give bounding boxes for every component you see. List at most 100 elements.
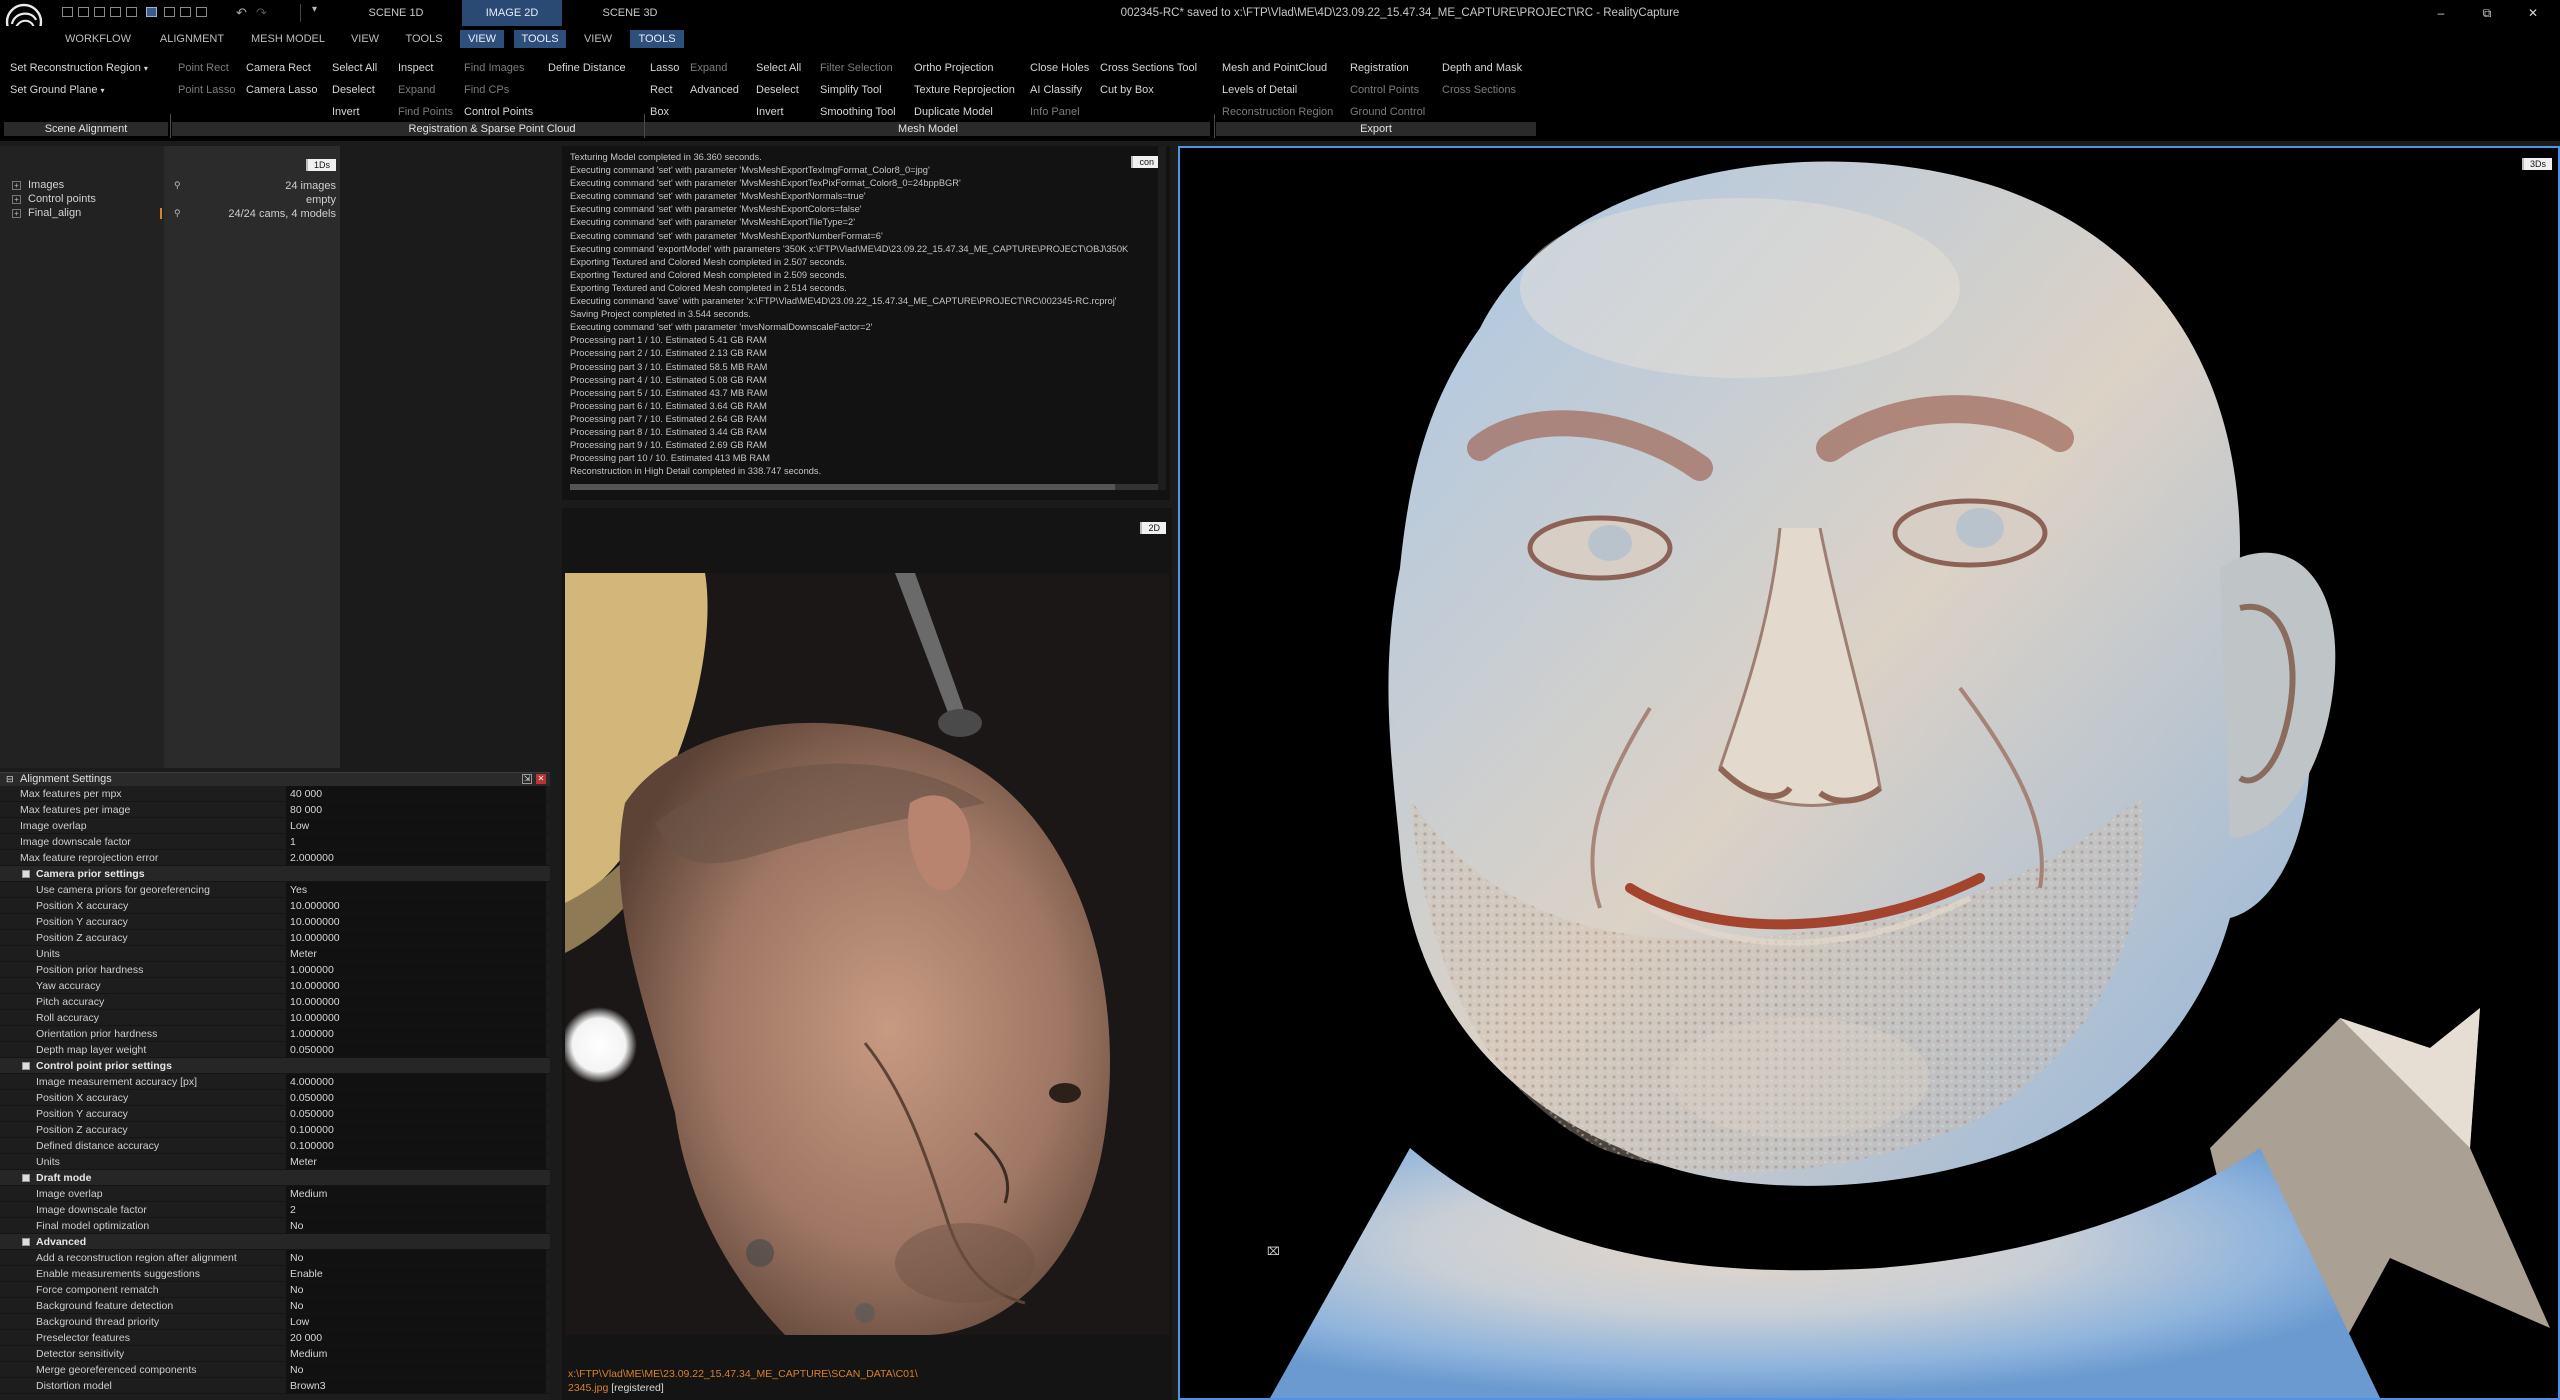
export-control-points-button[interactable]: Control Points xyxy=(1350,84,1419,96)
setting-value[interactable]: No xyxy=(286,1298,546,1313)
settings-row[interactable]: Position Z accuracy 10.000000 xyxy=(0,930,550,946)
settings-row[interactable]: Orientation prior hardness 1.000000 xyxy=(0,1026,550,1042)
settings-row[interactable]: Position Y accuracy 0.050000 xyxy=(0,1106,550,1122)
tab-view-3d[interactable]: VIEW xyxy=(576,30,620,48)
setting-value[interactable]: 4.000000 xyxy=(286,1074,546,1089)
ortho-projection-button[interactable]: Ortho Projection xyxy=(914,62,993,74)
restore-icon[interactable]: ⧉ xyxy=(2464,0,2510,26)
find-cps-button[interactable]: Find CPs xyxy=(464,84,509,96)
settings-row[interactable]: Max features per mpx 40 000 xyxy=(0,786,550,802)
settings-row[interactable]: Units Meter xyxy=(0,946,550,962)
layout-5-icon[interactable] xyxy=(126,7,137,17)
mesh-select-all-button[interactable]: Select All xyxy=(756,62,801,74)
quick-menu-icon[interactable]: ▾ xyxy=(312,4,317,15)
control-points-button[interactable]: Control Points xyxy=(464,106,533,118)
close-icon[interactable]: ✕ xyxy=(2510,0,2556,26)
settings-section[interactable]: Camera prior settings xyxy=(0,866,550,882)
smoothing-tool-button[interactable]: Smoothing Tool xyxy=(820,106,896,118)
export-mesh-pointcloud-button[interactable]: Mesh and PointCloud xyxy=(1222,62,1327,74)
tab-scene-1d[interactable]: SCENE 1D xyxy=(346,0,446,26)
settings-row[interactable]: Image overlap Low xyxy=(0,818,550,834)
tab-image-2d[interactable]: IMAGE 2D xyxy=(462,0,562,26)
layout-4-icon[interactable] xyxy=(110,7,121,17)
settings-row[interactable]: Units Meter xyxy=(0,1154,550,1170)
settings-row[interactable]: Final model optimization No xyxy=(0,1218,550,1234)
settings-row[interactable]: Depth map layer weight 0.050000 xyxy=(0,1042,550,1058)
mesh-invert-button[interactable]: Invert xyxy=(756,106,784,118)
tab-view[interactable]: VIEW xyxy=(344,30,386,48)
tree-item-control-points[interactable]: Control points xyxy=(28,193,96,205)
collapse-section-icon[interactable] xyxy=(22,870,30,878)
expand-button[interactable]: Expand xyxy=(398,84,435,96)
point-lasso-button[interactable]: Point Lasso xyxy=(178,84,235,96)
settings-section[interactable]: Draft mode xyxy=(0,1170,550,1186)
layout-2-icon[interactable] xyxy=(78,7,89,17)
set-ground-plane-button[interactable]: Set Ground Plane ▾ xyxy=(10,84,105,96)
photo-view[interactable] xyxy=(565,573,1169,1335)
settings-row[interactable]: Preselector features 20 000 xyxy=(0,1330,550,1346)
setting-value[interactable]: Medium xyxy=(286,1346,546,1361)
setting-value[interactable]: Yes xyxy=(286,882,546,897)
scrollbar-thumb[interactable] xyxy=(570,484,1115,490)
pane-badge-2d[interactable]: 2D xyxy=(1140,522,1166,534)
cross-sections-tool-button[interactable]: Cross Sections Tool xyxy=(1100,62,1197,74)
levels-of-detail-button[interactable]: Levels of Detail xyxy=(1222,84,1297,96)
invert-button[interactable]: Invert xyxy=(332,106,360,118)
layout-3-icon[interactable] xyxy=(94,7,105,17)
tab-view-2d[interactable]: VIEW xyxy=(460,30,504,48)
settings-row[interactable]: Use camera priors for georeferencing Yes xyxy=(0,882,550,898)
collapse-section-icon[interactable] xyxy=(22,1174,30,1182)
setting-value[interactable]: Meter xyxy=(286,946,546,961)
setting-value[interactable]: 1.000000 xyxy=(286,1026,546,1041)
rect-button[interactable]: Rect xyxy=(650,84,673,96)
camera-rect-button[interactable]: Camera Rect xyxy=(246,62,311,74)
texture-reprojection-button[interactable]: Texture Reprojection xyxy=(914,84,1015,96)
simplify-tool-button[interactable]: Simplify Tool xyxy=(820,84,882,96)
setting-value[interactable]: Medium xyxy=(286,1186,546,1201)
find-images-button[interactable]: Find Images xyxy=(464,62,525,74)
settings-row[interactable]: Distortion model Brown3 xyxy=(0,1378,550,1394)
setting-value[interactable]: 10.000000 xyxy=(286,978,546,993)
mesh-expand-button[interactable]: Expand xyxy=(690,62,727,74)
settings-section[interactable]: Advanced xyxy=(0,1234,550,1250)
setting-value[interactable]: Enable xyxy=(286,1266,546,1281)
settings-section[interactable]: Control point prior settings xyxy=(0,1058,550,1074)
expand-icon[interactable]: + xyxy=(12,181,21,190)
setting-value[interactable]: 0.050000 xyxy=(286,1106,546,1121)
settings-row[interactable]: Image measurement accuracy [px] 4.000000 xyxy=(0,1074,550,1090)
pin-icon[interactable]: ⚲ xyxy=(174,208,181,219)
setting-value[interactable]: 10.000000 xyxy=(286,914,546,929)
inspect-button[interactable]: Inspect xyxy=(398,62,433,74)
setting-value[interactable]: 20 000 xyxy=(286,1330,546,1345)
settings-row[interactable]: Position Y accuracy 10.000000 xyxy=(0,914,550,930)
setting-value[interactable]: 1 xyxy=(286,834,546,849)
close-icon[interactable]: ✕ xyxy=(536,774,546,784)
ai-classify-button[interactable]: AI Classify xyxy=(1030,84,1082,96)
pin-icon[interactable]: ⚲ xyxy=(174,180,181,191)
tree-item-final-align[interactable]: Final_align xyxy=(28,207,81,219)
collapse-section-icon[interactable] xyxy=(22,1062,30,1070)
export-cross-sections-button[interactable]: Cross Sections xyxy=(1442,84,1516,96)
setting-value[interactable]: 10.000000 xyxy=(286,994,546,1009)
info-panel-button[interactable]: Info Panel xyxy=(1030,106,1080,118)
settings-row[interactable]: Image downscale factor 2 xyxy=(0,1202,550,1218)
pane-badge-3ds[interactable]: 3Ds xyxy=(2521,158,2552,170)
expand-icon[interactable]: + xyxy=(12,195,21,204)
setting-value[interactable]: Brown3 xyxy=(286,1378,546,1393)
export-registration-button[interactable]: Registration xyxy=(1350,62,1409,74)
collapse-section-icon[interactable] xyxy=(22,1238,30,1246)
select-all-button[interactable]: Select All xyxy=(332,62,377,74)
settings-row[interactable]: Force component rematch No xyxy=(0,1282,550,1298)
point-rect-button[interactable]: Point Rect xyxy=(178,62,229,74)
settings-row[interactable]: Position Z accuracy 0.100000 xyxy=(0,1122,550,1138)
image-2d-viewer[interactable]: 2D x:\FTP\Vlad\ME\ME\23.09.22_15.47.34_M… xyxy=(562,508,1172,1400)
define-distance-button[interactable]: Define Distance xyxy=(548,62,626,74)
layout-1-icon[interactable] xyxy=(62,7,73,17)
camera-lasso-button[interactable]: Camera Lasso xyxy=(246,84,318,96)
setting-value[interactable]: 80 000 xyxy=(286,802,546,817)
console-vertical-scrollbar[interactable] xyxy=(1158,146,1166,490)
settings-row[interactable]: Defined distance accuracy 0.100000 xyxy=(0,1138,550,1154)
tab-scene-3d[interactable]: SCENE 3D xyxy=(580,0,680,26)
setting-value[interactable]: 2 xyxy=(286,1202,546,1217)
settings-row[interactable]: Image downscale factor 1 xyxy=(0,834,550,850)
